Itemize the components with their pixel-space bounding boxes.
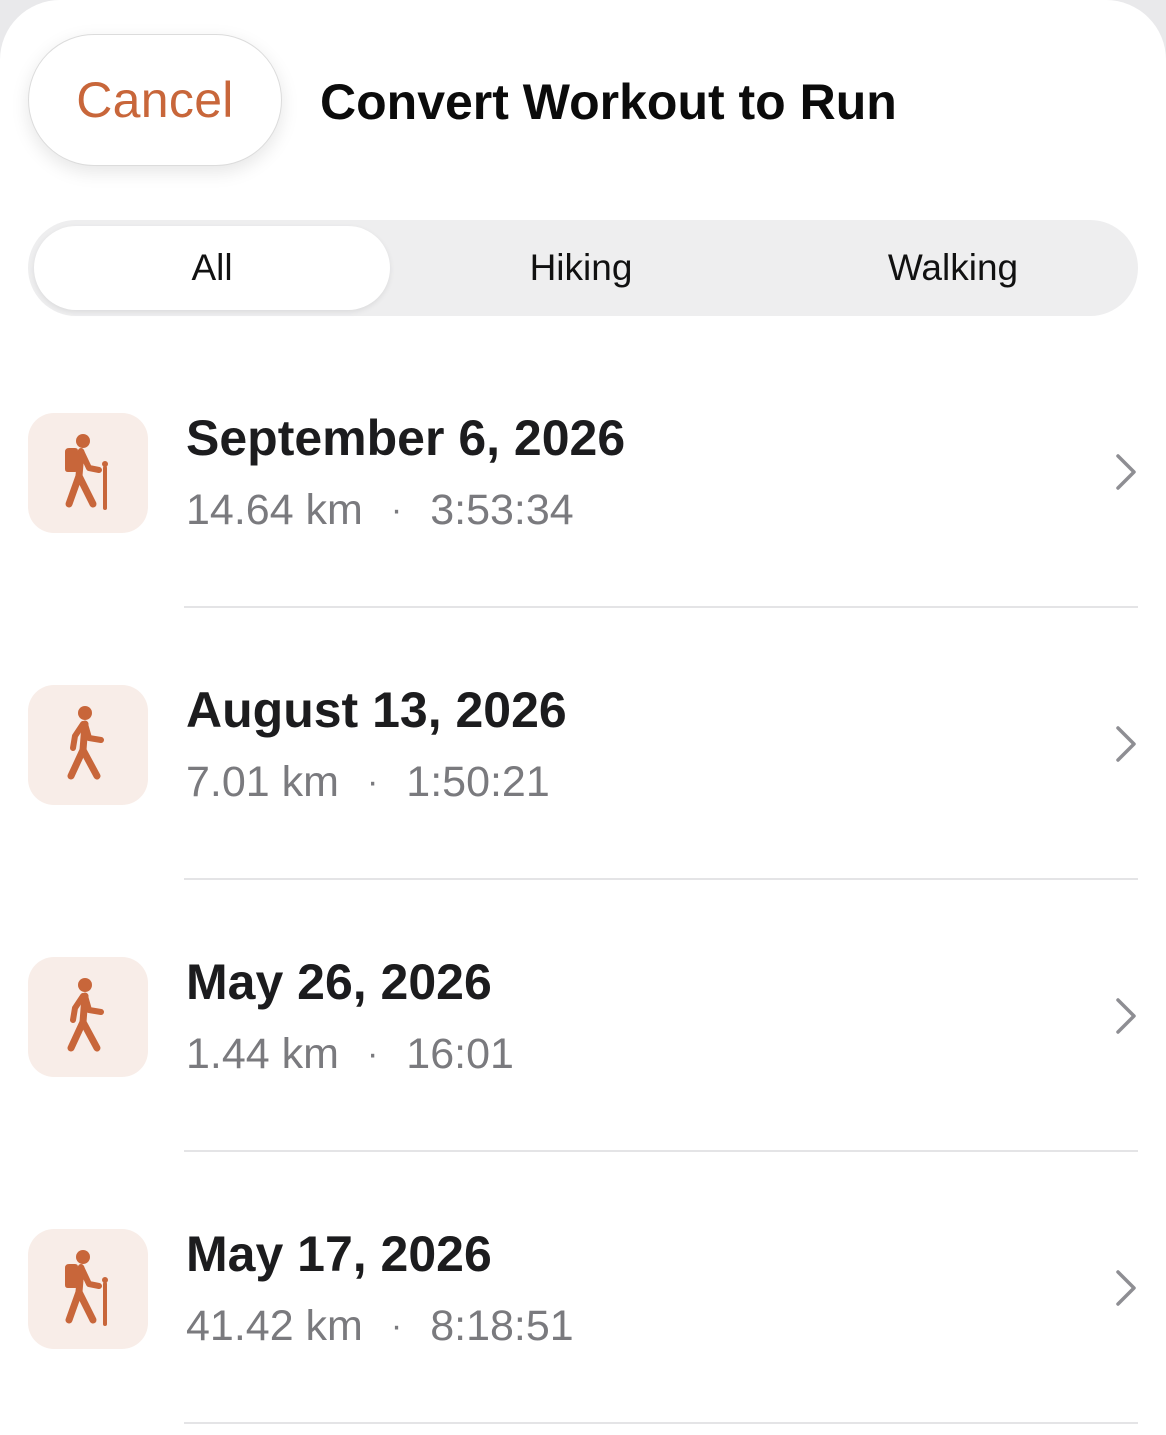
tab-hiking[interactable]: Hiking [396,220,766,316]
cancel-button[interactable]: Cancel [28,34,282,166]
workout-type-tile [28,957,148,1077]
workout-row[interactable]: May 17, 2026 41.42 km · 8:18:51 [0,1152,1166,1424]
hiking-icon [65,434,108,510]
chevron-right-icon [1116,454,1136,490]
workout-row[interactable]: August 13, 2026 7.01 km · 1:50:21 [0,608,1166,880]
chevron-right-icon [1116,1270,1136,1306]
tab-all[interactable]: All [34,226,390,310]
workout-date: August 13, 2026 [186,682,567,738]
row-divider [184,1422,1138,1424]
hiking-icon [65,1250,108,1326]
workout-distance: 1.44 km [186,1030,339,1078]
stat-separator: · [366,763,379,801]
workout-duration: 3:53:34 [430,486,574,534]
workout-distance: 7.01 km [186,758,339,806]
workout-type-tile [28,685,148,805]
page-title: Convert Workout to Run [320,74,897,130]
workout-stats: 41.42 km · 8:18:51 [186,1298,574,1354]
workout-stats: 1.44 km · 16:01 [186,1026,514,1082]
chevron-right-icon [1116,726,1136,762]
walking-icon [67,706,104,780]
workout-type-tile [28,413,148,533]
workout-date: September 6, 2026 [186,410,626,466]
workout-row[interactable]: September 6, 2026 14.64 km · 3:53:34 [0,336,1166,608]
workout-duration: 16:01 [406,1030,514,1078]
workout-distance: 14.64 km [186,486,363,534]
workout-stats: 7.01 km · 1:50:21 [186,754,550,810]
stat-separator: · [390,491,403,529]
walking-icon [67,978,104,1052]
stat-separator: · [390,1307,403,1345]
workout-row[interactable]: May 26, 2026 1.44 km · 16:01 [0,880,1166,1152]
modal-sheet: Cancel Convert Workout to Run All Hiking… [0,0,1166,1435]
workout-date: May 17, 2026 [186,1226,492,1282]
workout-date: May 26, 2026 [186,954,492,1010]
tab-walking[interactable]: Walking [768,220,1138,316]
workout-duration: 8:18:51 [430,1302,574,1350]
workout-distance: 41.42 km [186,1302,363,1350]
workout-duration: 1:50:21 [406,758,550,806]
workout-type-filter: All Hiking Walking [28,220,1138,316]
stat-separator: · [366,1035,379,1073]
chevron-right-icon [1116,998,1136,1034]
workout-type-tile [28,1229,148,1349]
workout-stats: 14.64 km · 3:53:34 [186,482,574,538]
